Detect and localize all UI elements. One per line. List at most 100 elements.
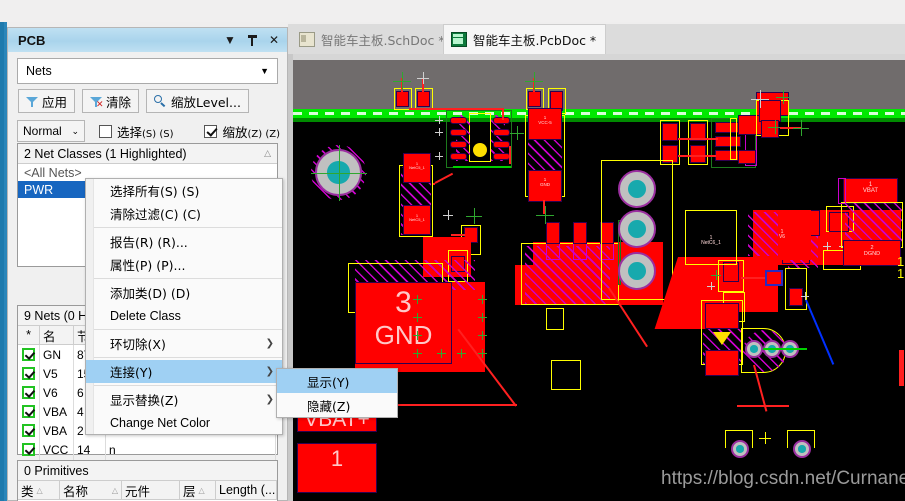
row-checkbox[interactable] [22,367,35,380]
trace [509,146,511,164]
primitives-table-header: 0 Primitives [18,461,277,481]
panel-options-row: Normal ⌄ 选择(S) (S) 缩放(Z) (Z) [17,119,280,143]
zoom-level-button[interactable]: 缩放Level... [146,89,249,113]
col-layer[interactable]: 层 △ [180,481,216,499]
menu-item-report[interactable]: 报告(R) (R)... [86,230,282,253]
zoom-level-button-label: 缩放Level... [171,94,241,110]
menu-item-loop-removal[interactable]: 环切除(X) ❯ [86,332,282,355]
apply-button[interactable]: 应用 [18,89,76,113]
mode-select[interactable]: Normal ⌄ [17,120,85,142]
context-submenu[interactable]: 显示(Y) 隐藏(Z) [276,368,398,418]
table-row[interactable]: VCC 14 n [18,440,277,459]
row-checkbox[interactable] [22,424,35,437]
primitives-table[interactable]: 0 Primitives 类 △ 名称 △ 元件 层 △ Length (... [17,460,278,501]
pad [396,91,409,107]
crosshair-marker [823,242,831,250]
pad [528,170,562,202]
pad [843,178,898,204]
context-menu[interactable]: 选择所有(S) (S) 清除过滤(C) (C) 报告(R) (R)... 属性(… [85,178,283,435]
pad-number-label: 1 [330,446,344,471]
netclass-list-header-label: 2 Net Classes (1 Highlighted) [24,146,187,161]
row-checkbox[interactable] [22,386,35,399]
row-extra: n [106,440,276,459]
col-class[interactable]: 类 △ [18,481,60,499]
submenu-arrow-icon: ❯ [265,366,274,377]
ic-pin-pad [450,153,467,160]
col-name[interactable]: 名称 △ [60,481,122,499]
row-checkbox-cell[interactable] [18,383,40,402]
row-checkbox-cell[interactable] [18,421,40,440]
tab-schdoc[interactable]: 智能车主板.SchDoc * [292,24,454,54]
panel-close-button[interactable]: ✕ [269,34,279,46]
menu-item-select-all[interactable]: 选择所有(S) (S) [86,179,282,202]
row-checkbox-cell[interactable] [18,402,40,421]
col-component[interactable]: 元件 [122,481,180,499]
submenu-item-hide[interactable]: 隐藏(Z) [277,393,397,417]
crosshair-marker [457,349,466,358]
pad [528,91,541,107]
filter-icon [26,96,38,107]
row-checkbox[interactable] [22,443,35,456]
crosshair-marker [801,292,809,300]
ic-pin-pad [493,153,510,160]
crosshair-marker [393,72,411,90]
scope-combo[interactable]: Nets ▼ [17,58,278,84]
menu-item-label: 添加类(D) (D) [110,286,191,301]
pad [403,205,431,235]
row-checkbox-cell[interactable] [18,345,40,364]
trace [377,404,517,406]
menu-item-properties[interactable]: 属性(P) (P)... [86,253,282,276]
menu-item-delete-class[interactable]: Delete Class [86,304,282,327]
row-checkbox-cell[interactable] [18,364,40,383]
row-name: VBA [40,421,74,440]
pad [528,108,562,140]
crosshair-marker [435,116,443,124]
chevron-down-icon: ▼ [260,66,269,76]
menu-item-add-class[interactable]: 添加类(D) (D) [86,281,282,304]
row-checkbox[interactable] [22,405,35,418]
pad [723,262,739,282]
via [745,340,763,358]
board-dimension-text: 11 [897,254,905,282]
panel-dropdown-button[interactable]: ▼ [224,34,236,46]
trace [678,138,718,140]
col-length[interactable]: Length (... [216,481,277,499]
menu-item-label: Delete Class [110,308,181,323]
trace [763,348,807,350]
crosshair-marker [478,313,487,322]
pad-number-label: 3 [395,286,412,319]
trace [741,277,765,279]
trace [453,166,511,168]
row-checkbox[interactable] [22,348,35,361]
pad [417,91,430,107]
mech-outline [838,178,846,204]
menu-item-label: 连接(Y) [110,365,153,380]
primitives-table-columns: 类 △ 名称 △ 元件 层 △ Length (... [18,481,277,500]
menu-item-display-override[interactable]: 显示替换(Z) ❯ [86,388,282,411]
select-checkbox[interactable] [99,124,112,138]
menu-item-connections[interactable]: 连接(Y) ❯ [86,360,282,383]
col-name[interactable]: 名 [40,326,74,344]
tab-pcbdoc[interactable]: 智能车主板.PcbDoc * [443,24,607,54]
keepout-frame [551,360,581,390]
clear-button[interactable]: ✕ 清除 [82,89,140,113]
menu-item-clear-filter[interactable]: 清除过滤(C) (C) [86,202,282,225]
pcb-canvas[interactable]: 1 NetC5_1 1 NetC5_1 1 VCC-5 1 GND 3 GND … [288,54,905,501]
sort-arrow-icon: △ [111,485,118,495]
submenu-item-show[interactable]: 显示(Y) [277,369,397,393]
panel-pin-button[interactable] [247,34,257,46]
pcb-board-area[interactable]: 1 NetC5_1 1 NetC5_1 1 VCC-5 1 GND 3 GND … [293,60,905,501]
pad [705,350,739,376]
connector-via [618,170,656,208]
row-checkbox-cell[interactable] [18,440,40,459]
menu-item-change-net-color[interactable]: Change Net Color [86,411,282,434]
trace [678,155,716,157]
pin1-marker [473,143,487,157]
menu-separator [94,227,282,228]
zoom-checkbox[interactable] [204,124,218,138]
keepout-frame [787,430,815,448]
board-outline-shadow [293,118,905,122]
col-flag[interactable]: * [18,326,40,344]
crosshair-marker [707,282,715,290]
pad [765,270,783,286]
